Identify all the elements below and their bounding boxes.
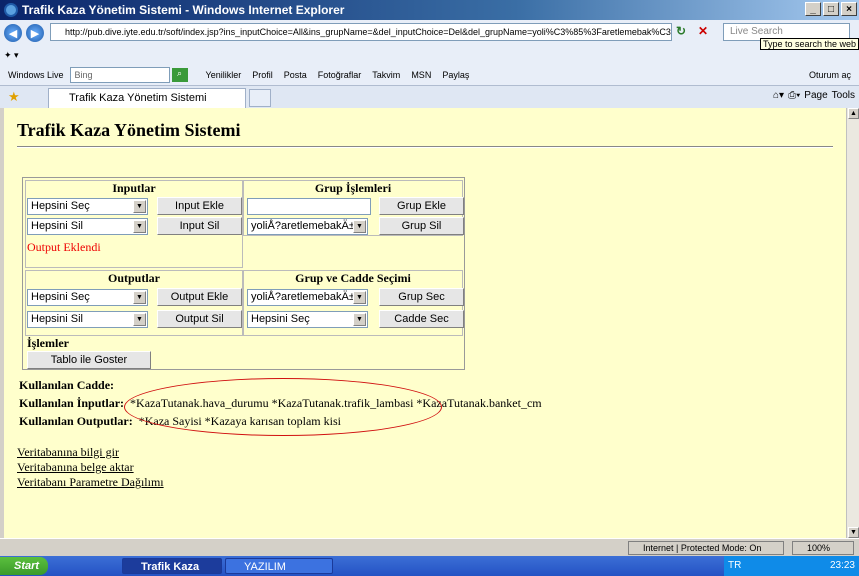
chevron-down-icon: ▼ <box>353 313 366 326</box>
input-select-2-value: Hepsini Sil <box>31 220 83 232</box>
stop-icon[interactable]: ✕ <box>698 24 714 40</box>
search-tooltip: Type to search the web (Ctrl+E) <box>760 38 859 50</box>
back-icon[interactable]: ◀ <box>4 24 22 42</box>
output-select-2[interactable]: Hepsini Sil ▼ <box>27 311 148 328</box>
tools-menu[interactable]: Tools <box>832 90 855 101</box>
output-sil-button[interactable]: Output Sil <box>157 310 242 328</box>
chevron-down-icon: ▼ <box>353 220 366 233</box>
cadde-select[interactable]: Hepsini Seç ▼ <box>247 311 368 328</box>
kullanilan-cadde-label: Kullanılan Cadde: <box>19 378 115 392</box>
grup-name-input[interactable] <box>247 198 371 215</box>
start-button[interactable]: Start <box>0 557 48 575</box>
grup-header: Grup İşlemleri <box>314 181 392 195</box>
cadde-sec-button[interactable]: Cadde Sec <box>379 310 464 328</box>
chevron-down-icon: ▼ <box>133 220 146 233</box>
grup-select-value: yoliÅ?aretlemebakÄ±m <box>251 220 365 232</box>
input-select-1-value: Hepsini Seç <box>31 200 90 212</box>
security-zone: Internet | Protected Mode: On <box>628 541 784 555</box>
link-profil[interactable]: Profil <box>252 70 273 80</box>
zoom-level[interactable]: 100% <box>792 541 854 555</box>
forward-icon[interactable]: ▶ <box>26 24 44 42</box>
signin-link[interactable]: Oturum aç <box>809 70 851 80</box>
taskbar-item-ie[interactable]: Trafik Kaza Yöne... <box>122 558 222 574</box>
close-button[interactable]: × <box>841 2 857 16</box>
link-parametre-dagilimi[interactable]: Veritabanı Parametre Dağılımı <box>17 475 164 490</box>
chevron-down-icon: ▼ <box>133 313 146 326</box>
output-select-2-value: Hepsini Sil <box>31 313 83 325</box>
red-annotation-ellipse <box>124 378 442 436</box>
vertical-scrollbar[interactable]: ▲ ▼ <box>846 108 859 538</box>
window-titlebar: Trafik Kaza Yönetim Sistemi - Windows In… <box>0 0 859 20</box>
link-veritabani-bilgi-gir[interactable]: Veritabanına bilgi gir <box>17 445 119 460</box>
link-paylas[interactable]: Paylaş <box>442 70 469 80</box>
address-row: ◀ ▶ http://pub.dive.iyte.edu.tr/soft/ind… <box>0 20 859 46</box>
chevron-down-icon: ▼ <box>133 291 146 304</box>
new-tab-button[interactable] <box>249 89 271 107</box>
chevron-down-icon: ▼ <box>353 291 366 304</box>
divider <box>17 146 833 148</box>
link-takvim[interactable]: Takvim <box>372 70 400 80</box>
status-message: Output Eklendi <box>27 240 101 254</box>
bing-search-input[interactable]: Bing <box>69 66 170 83</box>
clock: 23:23 <box>829 560 855 571</box>
scroll-down-icon[interactable]: ▼ <box>848 527 859 538</box>
kullanilan-cadde: Kullanılan Cadde: <box>19 378 114 393</box>
favorites-row: ✦ ▾ <box>0 46 859 64</box>
tablo-ile-goster-button[interactable]: Tablo ile Goster <box>27 351 151 369</box>
links-toolbar: Windows Live Bing ⌕ Yenilikler Profil Po… <box>0 64 859 86</box>
page-menu[interactable]: Page <box>804 90 827 101</box>
status-bar: Internet | Protected Mode: On 100% <box>0 538 859 556</box>
scroll-up-icon[interactable]: ▲ <box>848 108 859 119</box>
islemler-header: İşlemler <box>27 336 69 350</box>
kullanilan-outputlar-label: Kullanılan Outputlar: <box>19 414 133 428</box>
system-tray: TR 23:23 <box>724 556 859 576</box>
grup-sec-select[interactable]: yoliÅ?aretlemebakÄ±m ▼ <box>247 289 368 306</box>
taskbar: Start Trafik Kaza Yöne... YAZILIM Acikla… <box>0 556 859 576</box>
ie-logo-icon <box>4 3 18 17</box>
favorites-add-icon[interactable]: ✦ ▾ <box>4 50 19 61</box>
refresh-icon[interactable]: ↻ <box>676 24 692 40</box>
page-title: Trafik Kaza Yönetim Sistemi <box>17 120 241 140</box>
input-sil-button[interactable]: Input Sil <box>157 217 242 235</box>
bing-search-icon[interactable]: ⌕ <box>171 67 188 82</box>
favorites-star-icon[interactable]: ★ <box>8 89 20 105</box>
maximize-button[interactable]: □ <box>823 2 839 16</box>
link-posta[interactable]: Posta <box>284 70 307 80</box>
grup-select[interactable]: yoliÅ?aretlemebakÄ±m ▼ <box>247 218 368 235</box>
output-ekle-button[interactable]: Output Ekle <box>157 288 242 306</box>
cadde-select-value: Hepsini Seç <box>251 313 310 325</box>
outputs-header: Outputlar <box>107 271 160 285</box>
window-title: Trafik Kaza Yönetim Sistemi - Windows In… <box>22 3 345 17</box>
print-icon[interactable]: ⎙▾ <box>788 90 800 101</box>
control-table: Inputlar Grup İşlemleri Hepsini Seç ▼ Inp… <box>22 177 465 370</box>
input-ekle-button[interactable]: Input Ekle <box>157 197 242 215</box>
grup-sil-button[interactable]: Grup Sil <box>379 217 464 235</box>
chevron-down-icon: ▼ <box>133 200 146 213</box>
link-fotograflar[interactable]: Fotoğraflar <box>318 70 362 80</box>
input-select-2[interactable]: Hepsini Sil ▼ <box>27 218 148 235</box>
language-indicator[interactable]: TR <box>728 556 741 576</box>
link-yenilikler[interactable]: Yenilikler <box>206 70 242 80</box>
output-select-1[interactable]: Hepsini Seç ▼ <box>27 289 148 306</box>
home-icon[interactable]: ⌂▾ <box>773 90 784 101</box>
link-msn[interactable]: MSN <box>411 70 431 80</box>
grup-sec-select-value: yoliÅ?aretlemebakÄ±m <box>251 291 365 303</box>
windows-live-link[interactable]: Windows Live <box>8 70 64 80</box>
page-content: Trafik Kaza Yönetim Sistemi Inputlar Gru… <box>4 108 846 538</box>
grup-ekle-button[interactable]: Grup Ekle <box>379 197 464 215</box>
address-bar[interactable]: http://pub.dive.iyte.edu.tr/soft/index.j… <box>50 23 672 41</box>
link-veritabani-belge-aktar[interactable]: Veritabanına belge aktar <box>17 460 134 475</box>
tab-row: ★ Trafik Kaza Yönetim Sistemi ⌂▾ ⎙▾ Page… <box>0 86 859 108</box>
output-select-1-value: Hepsini Seç <box>31 291 90 303</box>
grup-sec-button[interactable]: Grup Sec <box>379 288 464 306</box>
grup-cadde-header: Grup ve Cadde Seçimi <box>295 271 411 285</box>
minimize-button[interactable]: _ <box>805 2 821 16</box>
inputs-header: Inputlar <box>112 181 156 195</box>
input-select-1[interactable]: Hepsini Seç ▼ <box>27 198 148 215</box>
tab-trafik[interactable]: Trafik Kaza Yönetim Sistemi <box>48 88 246 108</box>
taskbar-item-word[interactable]: YAZILIM Aciklama - ... <box>225 558 333 574</box>
kullanilan-inputlar-label: Kullanılan İnputlar: <box>19 396 125 410</box>
